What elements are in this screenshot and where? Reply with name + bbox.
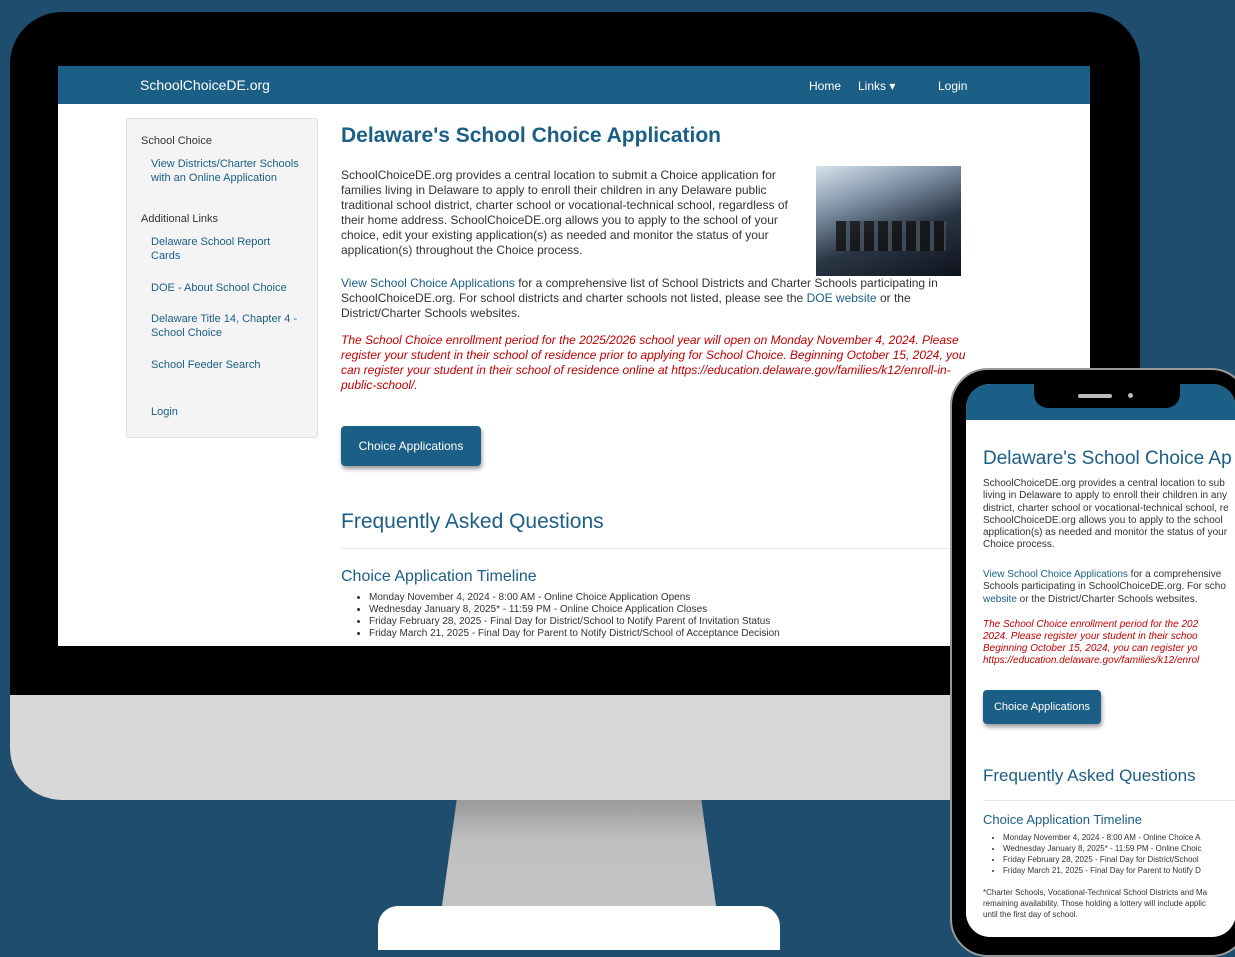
sidebar-link-report-cards[interactable]: Delaware School Report Cards [151,235,301,263]
nav-home[interactable]: Home [809,79,841,93]
phone-doe-website-link[interactable]: website [983,594,1017,605]
main-content: Delaware's School Choice Application Sch… [341,124,971,639]
applications-paragraph: View School Choice Applications for a co… [341,276,966,321]
phone-timeline-list: Monday November 4, 2024 - 8:00 AM - Onli… [983,832,1201,876]
monitor-base [378,906,780,950]
list-item: Friday February 28, 2025 - Final Day for… [369,616,780,628]
phone-divider [983,800,1235,801]
page-title: Delaware's School Choice Application [341,124,721,147]
phone-mockup: Delaware's School Choice Ap SchoolChoice… [950,368,1235,957]
top-navbar: SchoolChoiceDE.org Home Links ▾ Login [58,66,1090,104]
phone-page-title: Delaware's School Choice Ap [983,448,1232,469]
timeline-list: Monday November 4, 2024 - 8:00 AM - Onli… [341,592,780,640]
sidebar-link-title-14[interactable]: Delaware Title 14, Chapter 4 - School Ch… [151,312,301,340]
list-item: Friday February 28, 2025 - Final Day for… [1003,854,1201,865]
list-item: Wednesday January 8, 2025* - 11:59 PM - … [369,604,780,616]
monitor-stand [440,800,718,920]
divider [341,548,966,549]
list-item: Monday November 4, 2024 - 8:00 AM - Onli… [369,592,780,604]
speaker-icon [1078,394,1112,398]
list-item: Monday November 4, 2024 - 8:00 AM - Onli… [1003,832,1201,843]
computer-lab-image [816,166,961,276]
doe-website-link[interactable]: DOE website [807,291,877,305]
sidebar-heading-additional-links: Additional Links [141,213,219,225]
phone-p2-end: or the District/Charter Schools websites… [1016,593,1198,605]
phone-notch [1034,384,1180,408]
camera-icon [1128,393,1133,398]
sidebar-heading-school-choice: School Choice [141,135,212,147]
phone-intro-paragraph: SchoolChoiceDE.org provides a central lo… [983,478,1229,551]
list-item: Friday March 21, 2025 - Final Day for Pa… [369,628,780,640]
brand-link[interactable]: SchoolChoiceDE.org [140,77,270,93]
enrollment-notice: The School Choice enrollment period for … [341,333,966,392]
faq-heading: Frequently Asked Questions [341,510,604,533]
sidebar-link-feeder-search[interactable]: School Feeder Search [151,358,301,372]
intro-paragraph: SchoolChoiceDE.org provides a central lo… [341,168,788,257]
choice-applications-button[interactable]: Choice Applications [341,426,481,466]
sidebar-link-login[interactable]: Login [151,405,301,419]
phone-view-applications-link[interactable]: View School Choice Applications [983,569,1128,580]
sidebar: School Choice View Districts/Charter Sch… [126,118,318,438]
timeline-heading: Choice Application Timeline [341,568,537,585]
list-item: Wednesday January 8, 2025* - 11:59 PM - … [1003,843,1201,854]
sidebar-link-districts[interactable]: View Districts/Charter Schools with an O… [151,157,301,185]
phone-timeline-heading: Choice Application Timeline [983,812,1142,827]
phone-faq-heading: Frequently Asked Questions [983,766,1196,785]
phone-footnote: *Charter Schools, Vocational-Technical S… [983,888,1208,919]
nav-links-dropdown[interactable]: Links ▾ [858,79,895,93]
phone-screen: Delaware's School Choice Ap SchoolChoice… [966,384,1235,937]
phone-enrollment-notice: The School Choice enrollment period for … [983,619,1200,666]
desktop-screen: SchoolChoiceDE.org Home Links ▾ Login Sc… [58,66,1090,646]
sidebar-link-doe-about[interactable]: DOE - About School Choice [151,281,301,295]
phone-choice-applications-button[interactable]: Choice Applications [983,690,1101,724]
list-item: Friday March 21, 2025 - Final Day for Pa… [1003,865,1201,876]
phone-applications-paragraph: View School Choice Applications for a co… [983,569,1235,606]
view-applications-link[interactable]: View School Choice Applications [341,276,515,290]
nav-login[interactable]: Login [938,79,967,93]
